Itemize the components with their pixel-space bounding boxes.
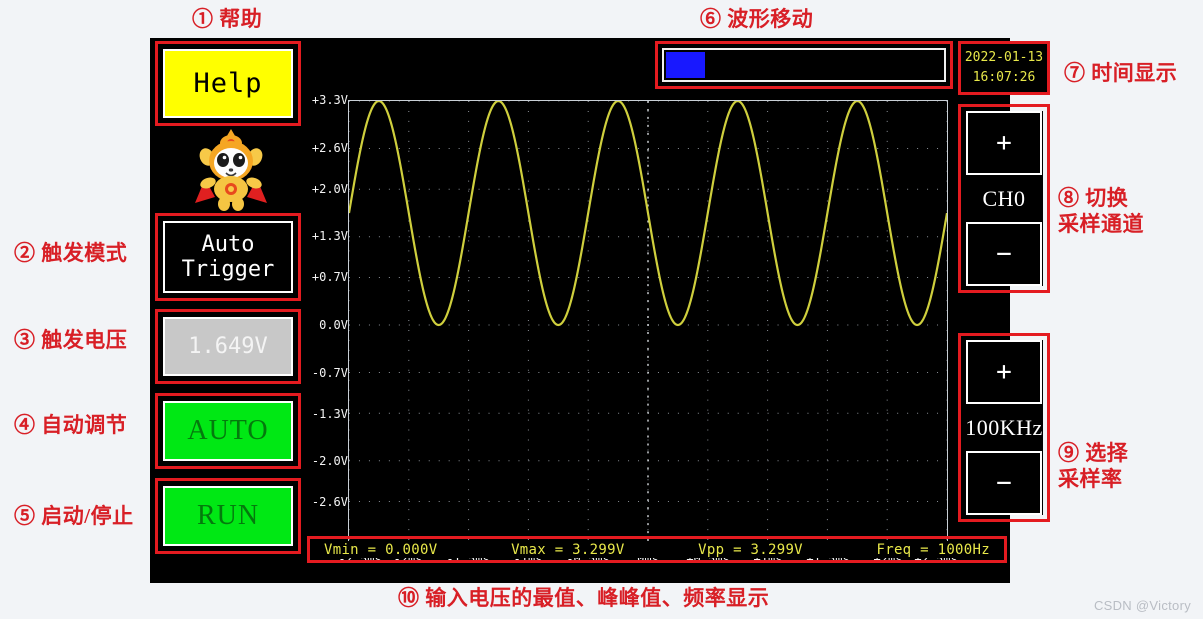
vmin-readout: Vmin = 0.000V	[324, 541, 438, 558]
run-stop-button-frame: RUN	[155, 478, 301, 554]
measurement-status-frame: Vmin = 0.000V Vmax = 3.299V Vpp = 3.299V…	[307, 536, 1007, 563]
trigger-voltage-button-frame: 1.649V	[155, 309, 301, 384]
sample-rate-stepper: + 100KHz −	[965, 340, 1043, 515]
help-button[interactable]: Help	[163, 49, 293, 118]
auto-adjust-button-frame: AUTO	[155, 393, 301, 469]
trigger-mode-button[interactable]: Auto Trigger	[163, 221, 293, 293]
channel-decrease-button[interactable]: −	[966, 222, 1042, 286]
left-control-column: Help Auto Trigger 1.649V AUTO RUN	[155, 41, 305, 579]
annotation-run-stop: ⑤ 启动/停止	[14, 504, 134, 528]
annotation-measurements: ⑩ 输入电压的最值、峰峰值、频率显示	[398, 586, 770, 610]
sample-rate-value: 100KHz	[965, 414, 1043, 440]
measurement-status-bar: Vmin = 0.000V Vmax = 3.299V Vpp = 3.299V…	[312, 541, 1002, 558]
y-axis-tick: +2.0V	[311, 181, 348, 196]
sample-rate-decrease-button[interactable]: −	[966, 451, 1042, 515]
waveform-plot[interactable]	[348, 100, 948, 550]
annotation-select-rate: ⑨ 选择 采样率	[1058, 441, 1129, 492]
y-axis-tick: -2.6V	[311, 495, 348, 510]
oscilloscope-panel: Help Auto Trigger 1.649V AUTO RUN 2022-0…	[150, 38, 1050, 583]
channel-value: CH0	[982, 185, 1026, 211]
freq-readout: Freq = 1000Hz	[876, 541, 990, 558]
scrollbar-thumb[interactable]	[666, 52, 705, 78]
y-axis-tick: -1.3V	[311, 406, 348, 421]
run-stop-button[interactable]: RUN	[163, 486, 293, 546]
vmax-readout: Vmax = 3.299V	[511, 541, 625, 558]
clock-date: 2022-01-13	[964, 49, 1044, 65]
channel-stepper: + CH0 −	[965, 111, 1043, 286]
channel-stepper-frame: + CH0 −	[958, 104, 1050, 293]
y-axis-labels: +3.3V +2.6V +2.0V +1.3V +0.7V 0.0V -0.7V -1.3V -…	[310, 93, 350, 557]
waveform-svg	[349, 101, 947, 549]
channel-increase-button[interactable]: +	[966, 111, 1042, 175]
annotation-trigger-mode: ② 触发模式	[14, 241, 128, 265]
annotation-switch-channel: ⑧ 切换 采样通道	[1058, 186, 1144, 237]
trigger-mode-button-frame: Auto Trigger	[155, 213, 301, 301]
y-axis-tick: +0.7V	[311, 270, 348, 285]
y-axis-tick: -0.7V	[311, 365, 348, 380]
waveform-graph-area: +3.3V +2.6V +2.0V +1.3V +0.7V 0.0V -0.7V -1.3V -…	[310, 93, 958, 580]
annotation-trigger-voltage: ③ 触发电压	[14, 328, 128, 352]
trigger-voltage-button[interactable]: 1.649V	[163, 317, 293, 376]
y-axis-tick: +2.6V	[311, 140, 348, 155]
y-axis-tick: -2.0V	[311, 454, 348, 469]
auto-adjust-button[interactable]: AUTO	[163, 401, 293, 461]
clock-display: 2022-01-13 16:07:26	[964, 47, 1044, 89]
waveform-move-scrollbar-frame	[655, 41, 953, 89]
vpp-readout: Vpp = 3.299V	[698, 541, 803, 558]
annotation-help: ① 帮助	[192, 7, 263, 31]
y-axis-tick: 0.0V	[319, 318, 348, 332]
annotation-auto-adjust: ④ 自动调节	[14, 413, 128, 437]
waveform-move-scrollbar[interactable]	[662, 48, 946, 82]
clock-frame: 2022-01-13 16:07:26	[958, 41, 1050, 95]
sample-rate-stepper-frame: + 100KHz −	[958, 333, 1050, 522]
y-axis-tick: +1.3V	[311, 229, 348, 244]
help-button-frame: Help	[155, 41, 301, 126]
annotation-waveform-move: ⑥ 波形移动	[700, 7, 814, 31]
sample-rate-increase-button[interactable]: +	[966, 340, 1042, 404]
annotation-time-display: ⑦ 时间显示	[1064, 61, 1178, 85]
monkey-mascot-icon	[181, 127, 281, 213]
clock-time: 16:07:26	[972, 70, 1036, 85]
y-axis-tick: +3.3V	[311, 93, 348, 107]
watermark: CSDN @Victory	[1093, 598, 1191, 613]
